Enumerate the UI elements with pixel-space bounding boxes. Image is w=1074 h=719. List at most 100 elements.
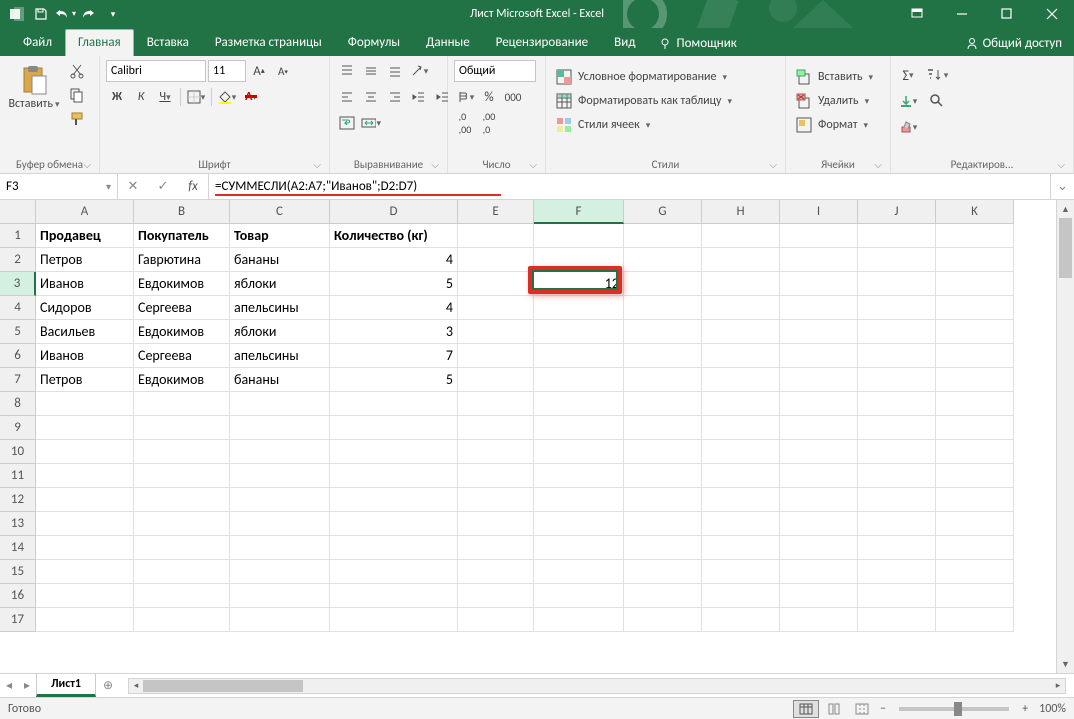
font-size-combo[interactable] xyxy=(208,60,246,82)
row-header-13[interactable]: 13 xyxy=(0,512,36,536)
cancel-formula-icon[interactable]: ✕ xyxy=(118,179,148,194)
align-left-icon[interactable] xyxy=(336,86,358,108)
cell-F4[interactable] xyxy=(534,296,624,320)
clear-icon[interactable] xyxy=(897,116,919,138)
copy-icon[interactable] xyxy=(66,84,88,106)
cell-D15[interactable] xyxy=(330,560,458,584)
cell-K8[interactable] xyxy=(936,392,1014,416)
row-header-16[interactable]: 16 xyxy=(0,584,36,608)
zoom-in-icon[interactable]: + xyxy=(1017,702,1033,716)
increase-font-icon[interactable]: A▴ xyxy=(248,60,270,82)
col-header-J[interactable]: J xyxy=(858,200,936,224)
cell-B5[interactable]: Евдокимов xyxy=(134,320,230,344)
zoom-out-icon[interactable]: − xyxy=(875,702,891,716)
close-icon[interactable] xyxy=(1029,0,1074,28)
horizontal-scrollbar[interactable]: ◂ ▸ xyxy=(128,678,1066,694)
cell-G3[interactable] xyxy=(624,272,702,296)
cell-C10[interactable] xyxy=(230,440,330,464)
cell-F3-value[interactable]: 12 xyxy=(534,272,624,296)
cell-A5[interactable]: Васильев xyxy=(36,320,134,344)
col-header-D[interactable]: D xyxy=(330,200,458,224)
cell-E7[interactable] xyxy=(458,368,534,392)
cell-I17[interactable] xyxy=(780,608,858,632)
cell-C14[interactable] xyxy=(230,536,330,560)
cell-B11[interactable] xyxy=(134,464,230,488)
align-center-icon[interactable] xyxy=(360,86,382,108)
cell-E3[interactable] xyxy=(458,272,534,296)
cell-C13[interactable] xyxy=(230,512,330,536)
cell-C15[interactable] xyxy=(230,560,330,584)
cell-D8[interactable] xyxy=(330,392,458,416)
cell-A4[interactable]: Сидоров xyxy=(36,296,134,320)
tab-view[interactable]: Вид xyxy=(601,29,648,56)
cell-B4[interactable]: Сергеева xyxy=(134,296,230,320)
cell-A14[interactable] xyxy=(36,536,134,560)
cell-J4[interactable] xyxy=(858,296,936,320)
cell-D13[interactable] xyxy=(330,512,458,536)
cell-J2[interactable] xyxy=(858,248,936,272)
cell-J3[interactable] xyxy=(858,272,936,296)
cell-H4[interactable] xyxy=(702,296,780,320)
cell-J6[interactable] xyxy=(858,344,936,368)
cell-F15[interactable] xyxy=(534,560,624,584)
cell-A7[interactable]: Петров xyxy=(36,368,134,392)
cell-A10[interactable] xyxy=(36,440,134,464)
thousands-icon[interactable]: 000 xyxy=(502,86,524,108)
cell-E1[interactable] xyxy=(458,224,534,248)
cell-G7[interactable] xyxy=(624,368,702,392)
row-header-6[interactable]: 6 xyxy=(0,344,36,368)
cell-H17[interactable] xyxy=(702,608,780,632)
cell-H7[interactable] xyxy=(702,368,780,392)
cell-J5[interactable] xyxy=(858,320,936,344)
cell-I3[interactable] xyxy=(780,272,858,296)
cell-E10[interactable] xyxy=(458,440,534,464)
cell-D5[interactable]: 3 xyxy=(330,320,458,344)
align-top-icon[interactable] xyxy=(336,60,358,82)
cell-B9[interactable] xyxy=(134,416,230,440)
sheet-tab[interactable]: Лист1 xyxy=(36,674,96,697)
italic-button[interactable]: К xyxy=(130,86,152,108)
cell-A3[interactable]: Иванов xyxy=(36,272,134,296)
find-select-icon[interactable] xyxy=(921,90,953,112)
col-header-K[interactable]: K xyxy=(936,200,1014,224)
helper-button[interactable]: Помощник xyxy=(648,31,746,56)
align-middle-icon[interactable] xyxy=(360,60,382,82)
cell-J7[interactable] xyxy=(858,368,936,392)
row-header-10[interactable]: 10 xyxy=(0,440,36,464)
cell-I15[interactable] xyxy=(780,560,858,584)
row-header-3[interactable]: 3 xyxy=(0,272,36,296)
maximize-icon[interactable] xyxy=(984,0,1029,28)
cell-F14[interactable] xyxy=(534,536,624,560)
vscroll-thumb[interactable] xyxy=(1059,218,1072,278)
cell-I1[interactable] xyxy=(780,224,858,248)
scroll-down-icon[interactable]: ▼ xyxy=(1057,655,1074,673)
cell-D12[interactable] xyxy=(330,488,458,512)
cell-B16[interactable] xyxy=(134,584,230,608)
cell-G13[interactable] xyxy=(624,512,702,536)
cell-F17[interactable] xyxy=(534,608,624,632)
name-box[interactable]: F3 xyxy=(0,174,118,199)
cell-F2[interactable] xyxy=(534,248,624,272)
row-header-17[interactable]: 17 xyxy=(0,608,36,632)
cell-B14[interactable] xyxy=(134,536,230,560)
cell-H8[interactable] xyxy=(702,392,780,416)
wrap-text-icon[interactable] xyxy=(336,112,358,134)
expand-formula-icon[interactable]: ⌄ xyxy=(1050,174,1074,199)
cell-H11[interactable] xyxy=(702,464,780,488)
merge-icon[interactable] xyxy=(360,112,382,134)
cell-K2[interactable] xyxy=(936,248,1014,272)
cell-J17[interactable] xyxy=(858,608,936,632)
cell-A16[interactable] xyxy=(36,584,134,608)
cell-K3[interactable] xyxy=(936,272,1014,296)
cell-I7[interactable] xyxy=(780,368,858,392)
cell-C17[interactable] xyxy=(230,608,330,632)
cell-B3[interactable]: Евдокимов xyxy=(134,272,230,296)
cell-H2[interactable] xyxy=(702,248,780,272)
cell-F9[interactable] xyxy=(534,416,624,440)
cell-I6[interactable] xyxy=(780,344,858,368)
col-header-F[interactable]: F xyxy=(534,200,624,224)
cell-J1[interactable] xyxy=(858,224,936,248)
cell-D7[interactable]: 5 xyxy=(330,368,458,392)
cell-B7[interactable]: Евдокимов xyxy=(134,368,230,392)
cell-A1[interactable]: Продавец xyxy=(36,224,134,248)
